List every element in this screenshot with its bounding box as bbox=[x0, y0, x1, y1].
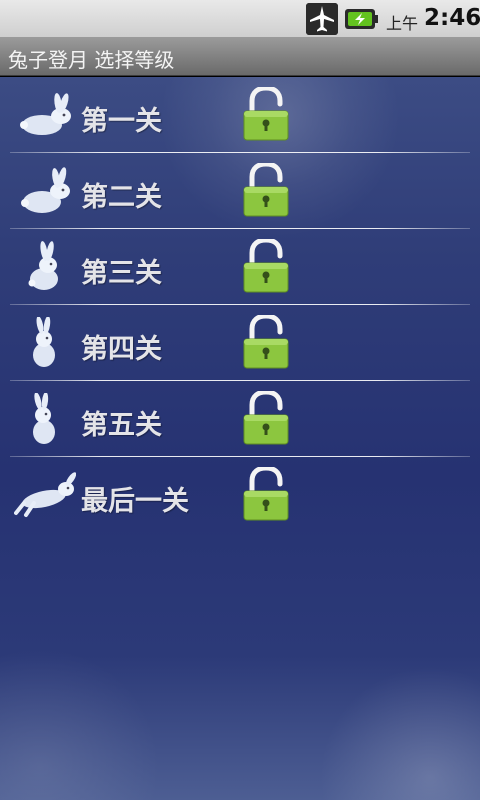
rabbit-icon bbox=[33, 317, 55, 367]
unlocked-lock-icon bbox=[243, 163, 289, 217]
level-label: 最后一关 bbox=[81, 486, 189, 517]
title-bar: 兔子登月 选择等级 bbox=[0, 38, 480, 76]
status-ampm: 上午 bbox=[386, 14, 419, 33]
rabbit-icon bbox=[14, 472, 76, 517]
status-bar: 上午 2:46 bbox=[0, 0, 480, 38]
level-list: 第一关 第二关 第三关 第四关 第五关 最后一关 bbox=[0, 77, 480, 800]
level-item-3[interactable]: 第三关 bbox=[0, 229, 480, 305]
battery-charging-icon bbox=[345, 9, 378, 29]
level-label: 第二关 bbox=[81, 182, 162, 213]
unlocked-lock-icon bbox=[243, 467, 289, 521]
level-label: 第一关 bbox=[81, 106, 162, 137]
level-item-5[interactable]: 第五关 bbox=[0, 381, 480, 457]
level-item-4[interactable]: 第四关 bbox=[0, 305, 480, 381]
airplane-mode-icon bbox=[306, 3, 338, 35]
rabbit-icon bbox=[28, 241, 58, 290]
unlocked-lock-icon bbox=[243, 87, 289, 141]
rabbit-icon bbox=[20, 93, 71, 135]
unlocked-lock-icon bbox=[243, 315, 289, 369]
level-item-2[interactable]: 第二关 bbox=[0, 153, 480, 229]
unlocked-lock-icon bbox=[243, 391, 289, 445]
page-title: 兔子登月 选择等级 bbox=[8, 48, 175, 72]
level-item-6[interactable]: 最后一关 bbox=[0, 457, 480, 533]
level-label: 第三关 bbox=[81, 258, 162, 289]
rabbit-icon bbox=[21, 167, 70, 213]
level-label: 第五关 bbox=[81, 410, 162, 441]
rabbit-icon bbox=[33, 393, 55, 444]
level-item-1[interactable]: 第一关 bbox=[0, 77, 480, 153]
level-label: 第四关 bbox=[81, 334, 162, 365]
status-time: 2:46 bbox=[424, 5, 480, 31]
unlocked-lock-icon bbox=[243, 239, 289, 293]
